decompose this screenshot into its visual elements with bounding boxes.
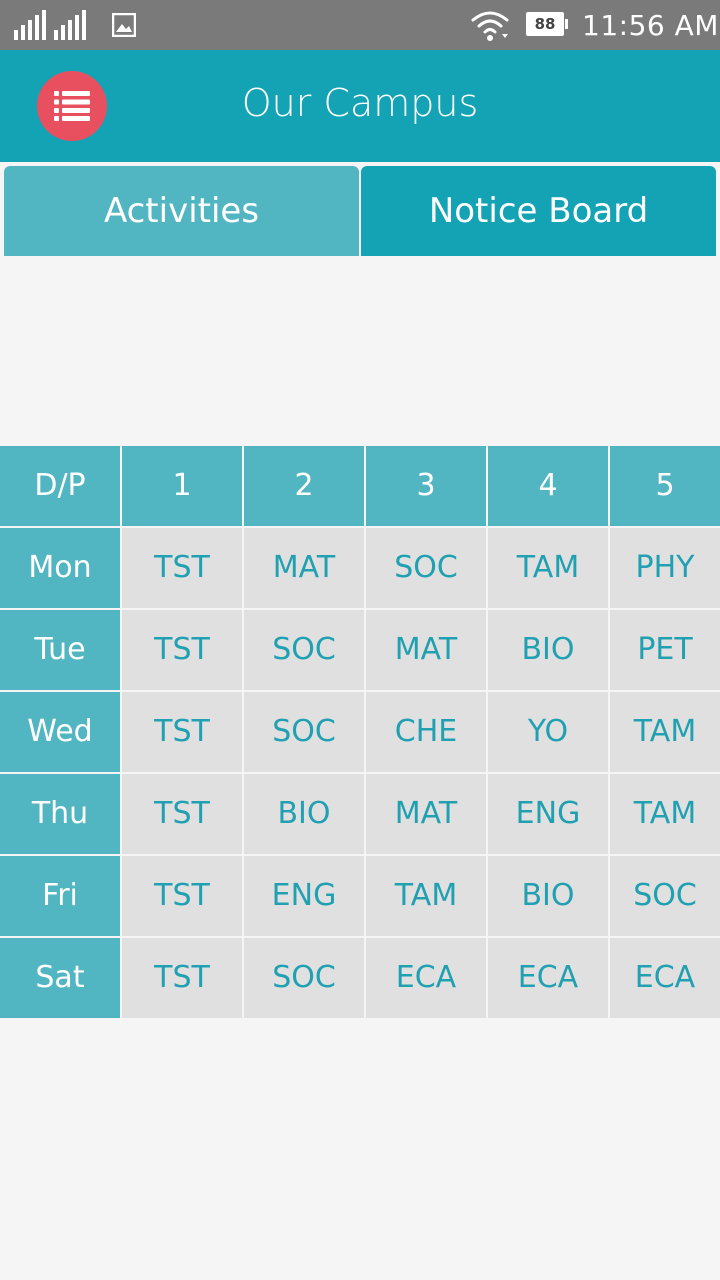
header-cell-period-2: 2 [244, 446, 364, 526]
subject-cell: TAM [366, 856, 486, 936]
subject-cell: TAM [610, 774, 720, 854]
day-cell: Thu [0, 774, 120, 854]
table-row: Mon TST MAT SOC TAM PHY [0, 528, 720, 608]
subject-cell: SOC [610, 856, 720, 936]
subject-cell: TST [122, 528, 242, 608]
header-cell-period-3: 3 [366, 446, 486, 526]
header-cell-period-4: 4 [488, 446, 608, 526]
subject-cell: SOC [244, 610, 364, 690]
subject-cell: CHE [366, 692, 486, 772]
signal-icon [14, 10, 86, 40]
subject-cell: SOC [244, 938, 364, 1018]
timetable-header-row: D/P 1 2 3 4 5 [0, 446, 720, 526]
subject-cell: TAM [488, 528, 608, 608]
subject-cell: SOC [244, 692, 364, 772]
subject-cell: ECA [366, 938, 486, 1018]
subject-cell: TST [122, 938, 242, 1018]
table-row: Thu TST BIO MAT ENG TAM [0, 774, 720, 854]
day-cell: Tue [0, 610, 120, 690]
day-cell: Sat [0, 938, 120, 1018]
day-cell: Mon [0, 528, 120, 608]
subject-cell: TAM [610, 692, 720, 772]
subject-cell: ECA [488, 938, 608, 1018]
subject-cell: SOC [366, 528, 486, 608]
tab-bar: Activities Notice Board [4, 166, 716, 256]
status-bar: 88 11:56 AM [0, 0, 720, 50]
subject-cell: PHY [610, 528, 720, 608]
header-cell-period-1: 1 [122, 446, 242, 526]
subject-cell: ENG [244, 856, 364, 936]
subject-cell: BIO [488, 610, 608, 690]
subject-cell: MAT [366, 774, 486, 854]
app-bar: Our Campus [0, 50, 720, 162]
header-cell-day-period: D/P [0, 446, 120, 526]
subject-cell: PET [610, 610, 720, 690]
subject-cell: TST [122, 692, 242, 772]
subject-cell: BIO [244, 774, 364, 854]
page-title: Our Campus [241, 81, 479, 125]
battery-icon: 88 [526, 12, 568, 36]
subject-cell: BIO [488, 856, 608, 936]
subject-cell: ENG [488, 774, 608, 854]
subject-cell: TST [122, 774, 242, 854]
table-row: Sat TST SOC ECA ECA ECA [0, 938, 720, 1018]
subject-cell: YO [488, 692, 608, 772]
tab-activities[interactable]: Activities [4, 166, 359, 256]
table-row: Wed TST SOC CHE YO TAM [0, 692, 720, 772]
subject-cell: TST [122, 856, 242, 936]
table-row: Tue TST SOC MAT BIO PET [0, 610, 720, 690]
image-icon [112, 13, 136, 37]
wifi-icon [471, 11, 509, 41]
subject-cell: MAT [366, 610, 486, 690]
tab-notice-board[interactable]: Notice Board [361, 166, 716, 256]
table-row: Fri TST ENG TAM BIO SOC [0, 856, 720, 936]
day-cell: Wed [0, 692, 120, 772]
clock: 11:56 AM [582, 9, 719, 42]
header-cell-period-5: 5 [610, 446, 720, 526]
subject-cell: TST [122, 610, 242, 690]
subject-cell: MAT [244, 528, 364, 608]
subject-cell: ECA [610, 938, 720, 1018]
day-cell: Fri [0, 856, 120, 936]
battery-level: 88 [534, 15, 556, 33]
